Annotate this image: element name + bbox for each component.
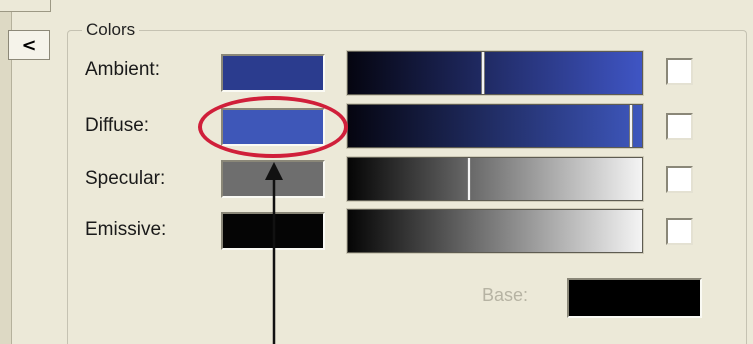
pointer-arrow-icon: [265, 162, 283, 344]
specular-gradient-slider[interactable]: [346, 156, 644, 202]
top-tab-edge: [0, 0, 51, 12]
collapse-button[interactable]: <: [8, 30, 50, 60]
base-color-swatch: [567, 278, 702, 318]
ambient-color-swatch[interactable]: [221, 54, 325, 92]
diffuse-checkbox[interactable]: [666, 113, 693, 140]
emissive-gradient-slider[interactable]: [346, 208, 644, 254]
diffuse-label: Diffuse:: [85, 115, 150, 136]
group-title: Colors: [82, 20, 140, 40]
ambient-label: Ambient:: [85, 59, 160, 80]
diffuse-slider-thumb[interactable]: [629, 105, 634, 147]
specular-label: Specular:: [85, 168, 166, 189]
ambient-gradient-slider[interactable]: [346, 50, 644, 96]
chevron-left-icon: <: [21, 34, 37, 56]
ambient-checkbox[interactable]: [666, 58, 693, 85]
base-label: Base:: [482, 285, 529, 305]
diffuse-gradient-slider[interactable]: [346, 103, 644, 149]
specular-slider-thumb[interactable]: [466, 158, 471, 200]
ambient-slider-thumb[interactable]: [481, 52, 486, 94]
emissive-checkbox[interactable]: [666, 218, 693, 245]
highlight-ring: [198, 96, 348, 158]
specular-checkbox[interactable]: [666, 166, 693, 193]
emissive-label: Emissive:: [85, 219, 167, 240]
